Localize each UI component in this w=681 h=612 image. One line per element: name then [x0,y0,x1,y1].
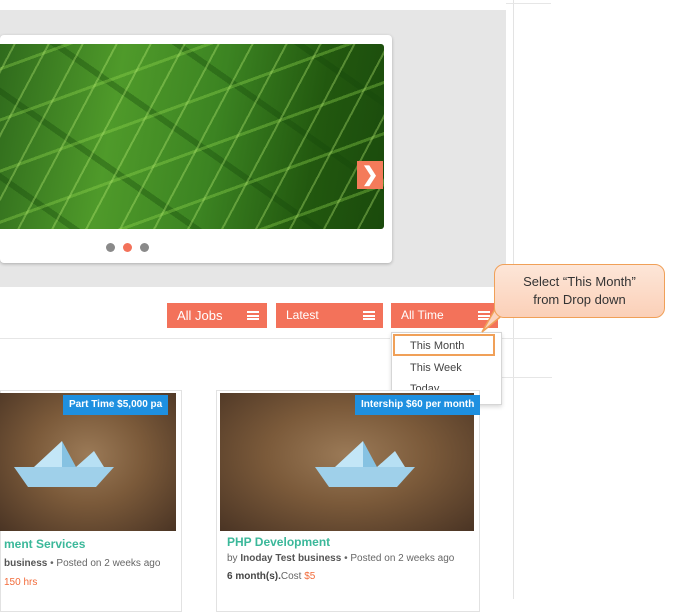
job-by: by [227,553,238,564]
job-posted: Posted on 2 weeks ago [350,553,455,564]
job-meta: business • Posted on 2 weeks ago [4,558,161,569]
job-type-badge: Intership $60 per month [355,395,481,415]
latest-filter-button[interactable]: Latest [276,303,383,328]
job-posted: Posted on 2 weeks ago [56,558,161,569]
job-cost: $5 [304,571,316,582]
job-meta: by Inoday Test business • Posted on 2 we… [227,553,455,564]
menu-lines-icon [363,311,375,320]
job-title[interactable]: ment Services [4,537,85,551]
menu-lines-icon [247,311,259,320]
all-jobs-label: All Jobs [177,308,223,323]
dropdown-option-this-week[interactable]: This Week [410,362,462,374]
latest-label: Latest [286,308,319,322]
slider-next-button[interactable]: ❯ [357,161,383,189]
this-month-highlight [393,334,495,356]
job-hours: 150 hrs [4,577,38,588]
paper-boat-image [315,441,415,487]
instruction-callout: Select “This Month” from Drop down [494,264,665,318]
chevron-right-icon: ❯ [361,164,379,186]
job-cost-label: Cost [280,571,302,582]
job-author[interactable]: Inoday Test business [240,553,341,564]
slider-dot-3[interactable] [140,243,149,252]
paper-boat-image [14,441,114,487]
job-title[interactable]: PHP Development [227,535,330,549]
image-slider: ❯ [0,35,392,263]
callout-line-1: Select “This Month” [523,274,636,289]
job-type-badge: Part Time $5,000 pa [63,395,169,415]
slider-dot-1[interactable] [106,243,115,252]
job-author[interactable]: business [4,558,47,569]
job-duration-cost: 6 month(s).Cost $5 [227,571,315,582]
job-duration: 6 month(s). [227,571,281,582]
all-jobs-filter-button[interactable]: All Jobs [167,303,267,328]
slide-image-grass [0,44,384,229]
callout-line-2: from Drop down [533,292,626,307]
top-divider [506,3,551,4]
all-time-label: All Time [401,308,444,322]
filter-divider [0,338,390,339]
filter-divider-right [500,338,552,339]
section-divider [500,377,552,378]
slider-dot-2-active[interactable] [123,243,132,252]
